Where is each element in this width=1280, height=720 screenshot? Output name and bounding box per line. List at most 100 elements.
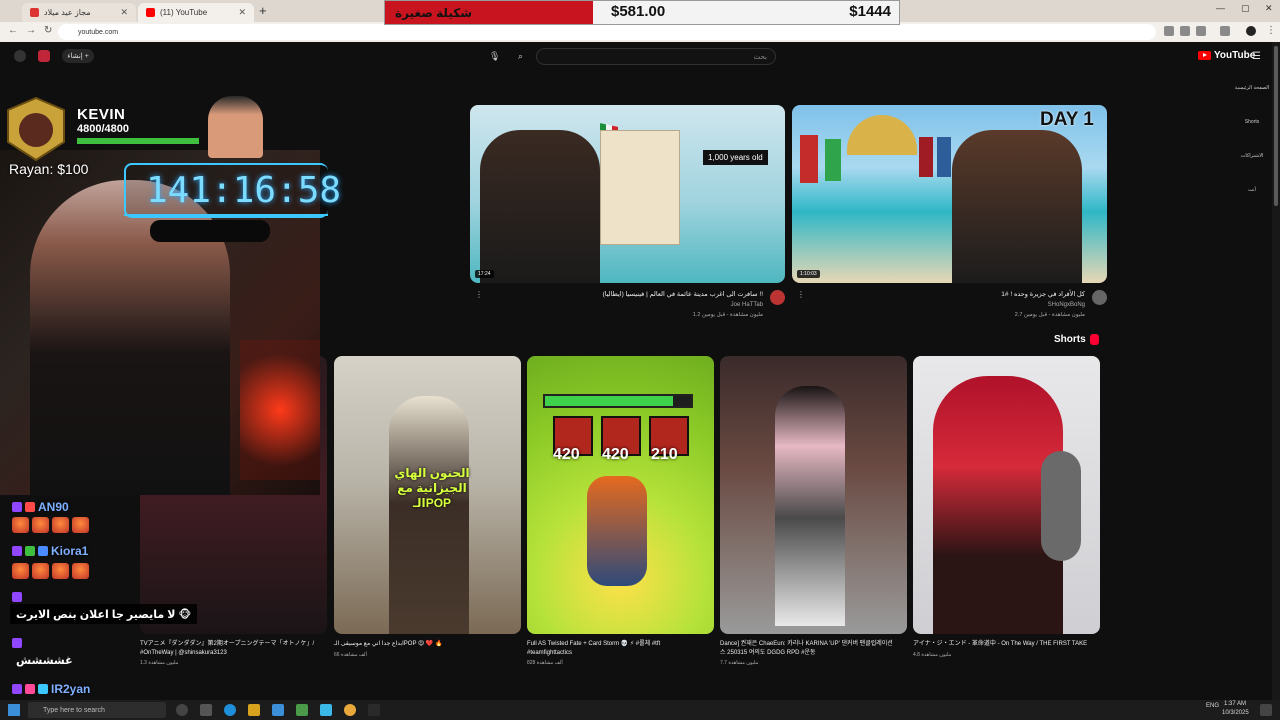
store-icon[interactable] (272, 704, 284, 716)
cast-icon[interactable] (1164, 26, 1174, 36)
new-tab-button[interactable]: + (259, 3, 267, 18)
subathon-timer: 141:16:58 (124, 163, 341, 218)
host-figure (952, 130, 1082, 283)
edge-icon[interactable] (224, 704, 236, 716)
reload-icon[interactable]: ↻ (44, 25, 52, 36)
short-title[interactable]: Dance] 권재은 ChaeEun: 카리나 KARINA 'UP' 댄커버 … (720, 640, 907, 657)
sunglasses (150, 220, 270, 242)
damage-number: 420 (553, 446, 580, 463)
badge-icon (12, 546, 22, 556)
more-options-icon[interactable]: ⋮ (797, 290, 805, 299)
notifications-icon[interactable] (38, 50, 50, 62)
video-stats: 1.2 مليون مشاهدة - قبل يومين (692, 312, 763, 318)
profile-avatar[interactable] (1246, 26, 1256, 36)
banner-flag (800, 135, 818, 183)
chat-message-text: غشششش (16, 654, 73, 667)
short-card[interactable]: 420 420 210 Full AS Twisted Fate + Card … (527, 356, 714, 666)
microphone-icon (1041, 451, 1081, 561)
channel-avatar[interactable] (770, 290, 785, 305)
close-window-icon[interactable]: ✕ (1265, 3, 1273, 14)
duration-badge: 1:10:03 (797, 270, 820, 278)
search-icon[interactable]: ⌕ (518, 51, 523, 62)
short-thumbnail[interactable] (913, 356, 1100, 634)
hp-bar-fill (77, 138, 199, 144)
video-stats: 2.7 مليون مشاهدة - قبل يومين (1014, 312, 1085, 318)
avatar[interactable] (14, 50, 26, 62)
guide-item-you[interactable]: أنت (1232, 187, 1272, 221)
scrollbar-thumb[interactable] (1274, 46, 1278, 206)
minimize-icon[interactable]: — (1216, 3, 1225, 13)
tab-inactive[interactable]: مجاز عيد ميلاد ✕ (22, 3, 136, 22)
short-card[interactable]: アイナ・ジ・エンド - 革命道中 - On The Way / THE FIRS… (913, 356, 1100, 658)
app-icon[interactable] (368, 704, 380, 716)
url-field[interactable]: youtube.com (58, 24, 1156, 40)
language-indicator[interactable]: ENG (1206, 703, 1219, 709)
short-views: 828 ألف مشاهدة (527, 660, 563, 667)
video-thumbnail[interactable]: DAY 1 1:10:03 (792, 105, 1107, 283)
short-thumbnail[interactable] (720, 356, 907, 634)
channel-avatar[interactable] (1092, 290, 1107, 305)
video-title[interactable]: كل الأفراد في جزيرة وحده ! #1 (797, 290, 1107, 298)
youtube-logo[interactable]: YouTube (1198, 50, 1255, 61)
stream-chat: AN90 Kiora1 لا مايصير جا اعلان بنص الاير… (0, 494, 460, 704)
chat-message: AN90 (12, 498, 69, 516)
taskbar-search-input[interactable]: Type here to search (28, 702, 166, 718)
badge-icon (12, 684, 22, 694)
create-button[interactable]: إنشاء + (62, 49, 94, 63)
short-card[interactable]: Dance] 권재은 ChaeEun: 카리나 KARINA 'UP' 댄커버 … (720, 356, 907, 666)
video-title[interactable]: سافرت الى اغرب مدينة عائمة في العالم | ف… (475, 290, 785, 298)
champion-figure (587, 476, 647, 586)
banner-price-left: $581.00 (611, 3, 666, 20)
windows-start-icon[interactable] (8, 704, 20, 716)
close-icon[interactable]: ✕ (238, 7, 246, 18)
chat-username: AN90 (38, 500, 69, 514)
guide-item-subscriptions[interactable]: الاشتراكات (1232, 153, 1272, 187)
maximize-icon[interactable]: ▢ (1241, 3, 1250, 14)
video-thumbnail[interactable]: 1,000 years old 17:24 (470, 105, 785, 283)
notifications-icon[interactable] (1260, 704, 1272, 716)
more-options-icon[interactable]: ⋮ (475, 290, 483, 299)
mini-guide: الصفحة الرئيسية Shorts الاشتراكات أنت (1232, 85, 1272, 221)
browser-menu-icon[interactable]: ⋮ (1266, 25, 1276, 36)
tab-youtube[interactable]: (11) YouTube ✕ (138, 3, 254, 22)
widgets-icon[interactable] (200, 704, 212, 716)
health-bar (543, 394, 693, 408)
app-icon[interactable] (320, 704, 332, 716)
search-input[interactable]: بحث (536, 48, 776, 65)
forward-icon[interactable]: → (26, 25, 36, 36)
short-title[interactable]: Full AS Twisted Fate + Card Storm 💀 ⚡ #롤… (527, 640, 714, 657)
dancer-figure (775, 386, 845, 626)
hp-bar (77, 138, 199, 144)
video-card[interactable]: 1,000 years old 17:24 ⋮ سافرت الى اغرب م… (470, 105, 785, 318)
microphone-icon[interactable]: 🎙 (489, 51, 500, 62)
menu-icon[interactable]: ☰ (1252, 51, 1261, 62)
zoom-icon[interactable] (1180, 26, 1190, 36)
app-icon[interactable] (296, 704, 308, 716)
clock-time[interactable]: 1:37 AM (1224, 701, 1246, 707)
shorts-label: Shorts (1054, 334, 1086, 345)
player-hp: 4800/4800 (77, 123, 129, 135)
video-card[interactable]: DAY 1 1:10:03 ⋮ كل الأفراد في جزيرة وحده… (792, 105, 1107, 318)
shorts-icon (1089, 334, 1099, 345)
guide-item-home[interactable]: الصفحة الرئيسية (1232, 85, 1272, 119)
chrome-icon[interactable] (344, 704, 356, 716)
bookmark-star-icon[interactable] (1196, 26, 1206, 36)
youtube-header: إنشاء + 🎙 ⌕ بحث YouTube ☰ (0, 42, 1272, 72)
clock-date[interactable]: 10/3/2025 (1222, 710, 1249, 716)
channel-name[interactable]: SHoNgxBoNg (797, 302, 1107, 308)
task-view-icon[interactable] (176, 704, 188, 716)
extensions-icon[interactable] (1220, 26, 1230, 36)
emote-icon (52, 563, 69, 579)
damage-number: 420 (602, 446, 629, 463)
channel-name[interactable]: Joe HaTTab (475, 302, 785, 308)
tab-label: مجاز عيد ميلاد (44, 8, 91, 17)
create-label: إنشاء (67, 53, 83, 60)
guide-item-shorts[interactable]: Shorts (1232, 119, 1272, 153)
address-bar: ← → ↻ youtube.com ⋮ (0, 22, 1280, 42)
short-thumbnail[interactable]: 420 420 210 (527, 356, 714, 634)
back-icon[interactable]: ← (8, 25, 18, 36)
short-title[interactable]: アイナ・ジ・エンド - 革命道中 - On The Way / THE FIRS… (913, 640, 1100, 649)
close-icon[interactable]: ✕ (120, 7, 128, 18)
file-explorer-icon[interactable] (248, 704, 260, 716)
badge-icon (12, 592, 22, 602)
